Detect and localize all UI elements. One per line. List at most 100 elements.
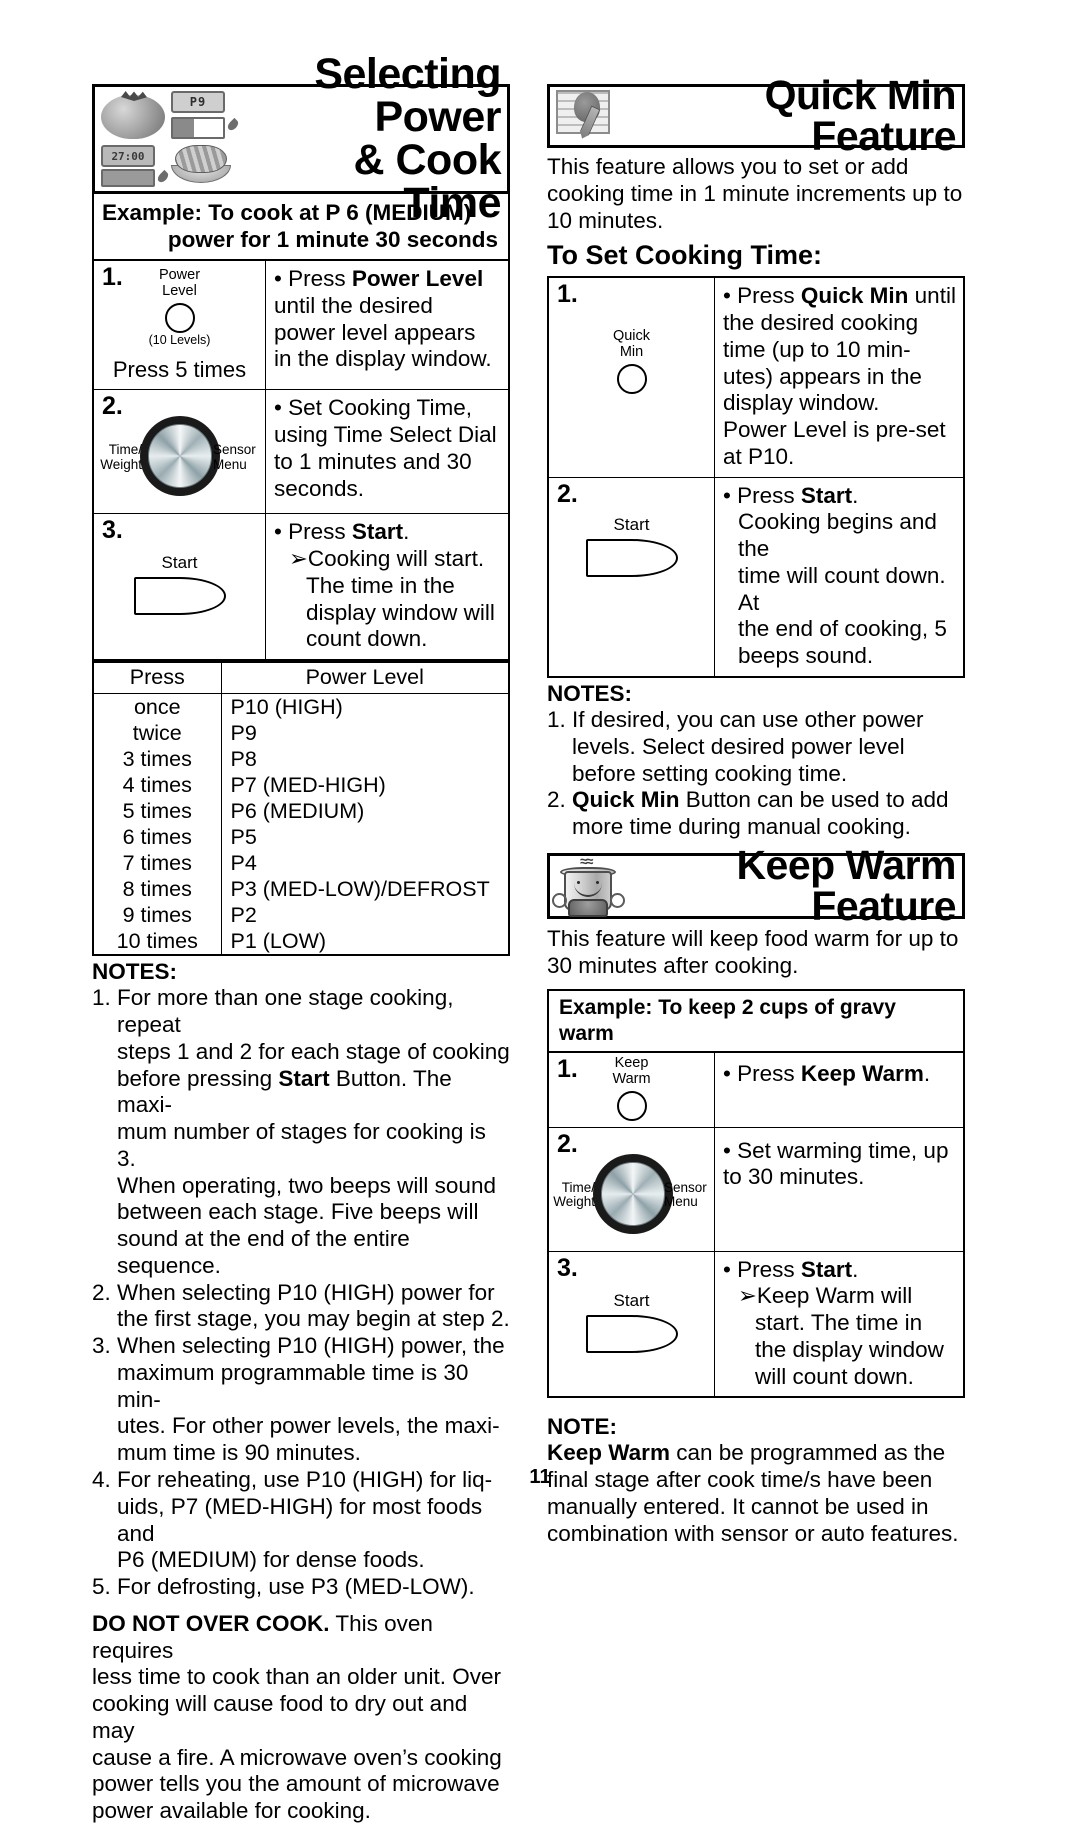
power-level-value: P7 (MED-HIGH) [230,772,386,797]
start-button-label: Start [161,553,198,573]
instruction-line: Cooking begins and the [738,509,937,562]
quick-min-intro: This feature allows you to set or add co… [547,154,963,233]
press-count: 6 times [93,824,222,851]
keep-warm-title: Keep Warm Feature [736,841,956,929]
instruction-line: beeps sound. [738,643,874,669]
pot-arm-right-icon [610,892,625,908]
instruction-line: The time in the [306,572,455,598]
step-number: 3. [557,1253,578,1282]
instruction-line: the end of cooking, 5 [738,616,947,642]
instruction-line: seconds. [274,475,365,501]
step-row: 2. Time/ Weight Sensor Menu • [549,1127,963,1252]
instruction-line: ➢Keep Warm will [738,1283,913,1309]
note-item: 1. If desired, you can use other power l… [547,707,924,786]
table-row: 5 times P6 (MEDIUM) [93,798,509,825]
instruction-line: utes) appears in the [723,363,922,389]
step-number: 1. [557,280,578,309]
power-display-icon: P9 [171,91,225,113]
press-count: twice [93,720,222,747]
quick-min-button[interactable]: Quick Min [549,328,714,395]
instruction-line: to 1 minutes and 30 [274,448,472,474]
instruction-line: • Press Start. [274,519,410,545]
quick-min-title: Quick Min Feature [764,72,957,159]
press-count: 10 times [93,928,222,956]
quickmin-step-2-control: 2. Start [549,478,714,676]
instruction-line: using Time Select Dial [274,422,497,448]
quick-min-notes-title: NOTES: [547,681,633,707]
note-item: 3. When selecting P10 (HIGH) power, the … [92,1333,505,1466]
column-header-power-level: Power Level [221,662,509,695]
step-2-instruction: • Set Cooking Time, using Time Select Di… [265,390,508,514]
instruction-line: display window will [306,599,495,625]
instruction-line: ➢Cooking will start. [289,546,485,572]
table-row: 7 times P4 [93,850,509,877]
table-header-row: Press Power Level [93,662,509,695]
quickmin-step-1-instruction: • Press Quick Min until the desired cook… [714,278,963,477]
note-item: 2. Quick Min Button can be used to add m… [547,787,949,840]
manual-page: P9 27:00 Selecting Power & Cook Time Exa… [0,0,1080,1823]
table-row: 6 times P5 [93,824,509,851]
instruction-line: • Press Start. [723,482,859,508]
power-level-button-circle[interactable] [164,302,195,333]
keep-warm-banner: ≈≈ Keep Warm Feature [547,844,965,926]
instruction-line: until the desired [274,292,433,318]
drop2-icon [155,169,171,185]
start-button[interactable]: Start [94,553,265,616]
press-5-times-label: Press 5 times [112,357,247,383]
instruction-line: • Set Cooking Time, [274,395,472,421]
pot-arm-left-icon [552,892,567,908]
quick-min-button-circle[interactable] [616,364,647,395]
quick-min-label-1: Quick [612,328,651,345]
time-select-dial[interactable]: Time/ Weight Sensor Menu [549,1153,714,1243]
dial-knob[interactable] [140,416,220,497]
time-select-dial[interactable]: Time/ Weight Sensor Menu [94,415,265,505]
dial-knob[interactable] [593,1153,673,1234]
dial-left-label: Time/ Weight [553,1179,595,1210]
table-row: 8 times P3 (MED-LOW)/DEFROST [93,876,509,903]
instruction-line: time (up to 10 min- [723,336,911,362]
step-2-control: 2. Time/ Weight Sensor Menu [94,390,265,513]
keep-warm-button-circle[interactable] [616,1090,647,1121]
table-row: 3 times P8 [93,746,509,773]
power-level-value: P3 (MED-LOW)/DEFROST [230,876,490,901]
instruction-line: • Press Quick Min until [723,283,956,309]
start-button-shape[interactable] [585,1314,678,1353]
table-row: once P10 (HIGH) [93,693,509,721]
power-level-value: P8 [230,746,257,771]
pot-body-icon [568,898,608,917]
start-button-label: Start [613,1290,650,1310]
start-button-shape[interactable] [585,538,678,577]
instruction-line: • Press Keep Warm. [723,1060,931,1086]
instruction-line: power level appears [274,319,476,345]
left-notes-title: NOTES: [92,959,178,985]
instruction-line: display window. [723,390,880,416]
keepwarm-step-1-control: 1. Keep Warm [549,1053,714,1127]
note-item: 2. When selecting P10 (HIGH) power for t… [92,1279,510,1332]
instruction-line: • Press Start. [723,1256,859,1282]
instruction-line: at P10. [723,443,795,469]
left-notes-list: 1. For more than one stage cooking, repe… [92,985,510,1601]
selecting-power-banner: P9 27:00 Selecting Power & Cook Time [92,53,510,225]
example-line-2: power for 1 minute 30 seconds [167,227,498,252]
column-header-press: Press [93,662,222,695]
start-button[interactable]: Start [549,515,714,577]
power-level-value: P6 (MEDIUM) [230,798,365,823]
keep-warm-example-header: Example: To keep 2 cups of gravy warm [547,989,965,1053]
start-button-shape[interactable] [133,577,226,616]
instruction-line: • Set warming time, up [723,1137,949,1163]
selecting-power-title-line2: & Cook Time [353,136,502,227]
power-level-value: P2 [230,902,257,927]
step-number: 2. [557,479,578,508]
page-number: 11 [529,1466,551,1488]
instruction-line: start. The time in [755,1310,923,1336]
table-row: twice P9 [93,720,509,747]
selecting-power-title-line1: Selecting Power [314,50,501,141]
dial-knob-face [601,1161,665,1226]
dial-knob-face [148,424,212,489]
table-row: 4 times P7 (MED-HIGH) [93,772,509,799]
press-count: 7 times [93,850,222,877]
instruction-line: in the display window. [274,346,492,372]
tomato-icon [101,95,165,139]
start-button[interactable]: Start [549,1291,714,1353]
selecting-power-steps-table: 1. Power Level (10 Levels) Press 5 times… [92,261,510,662]
